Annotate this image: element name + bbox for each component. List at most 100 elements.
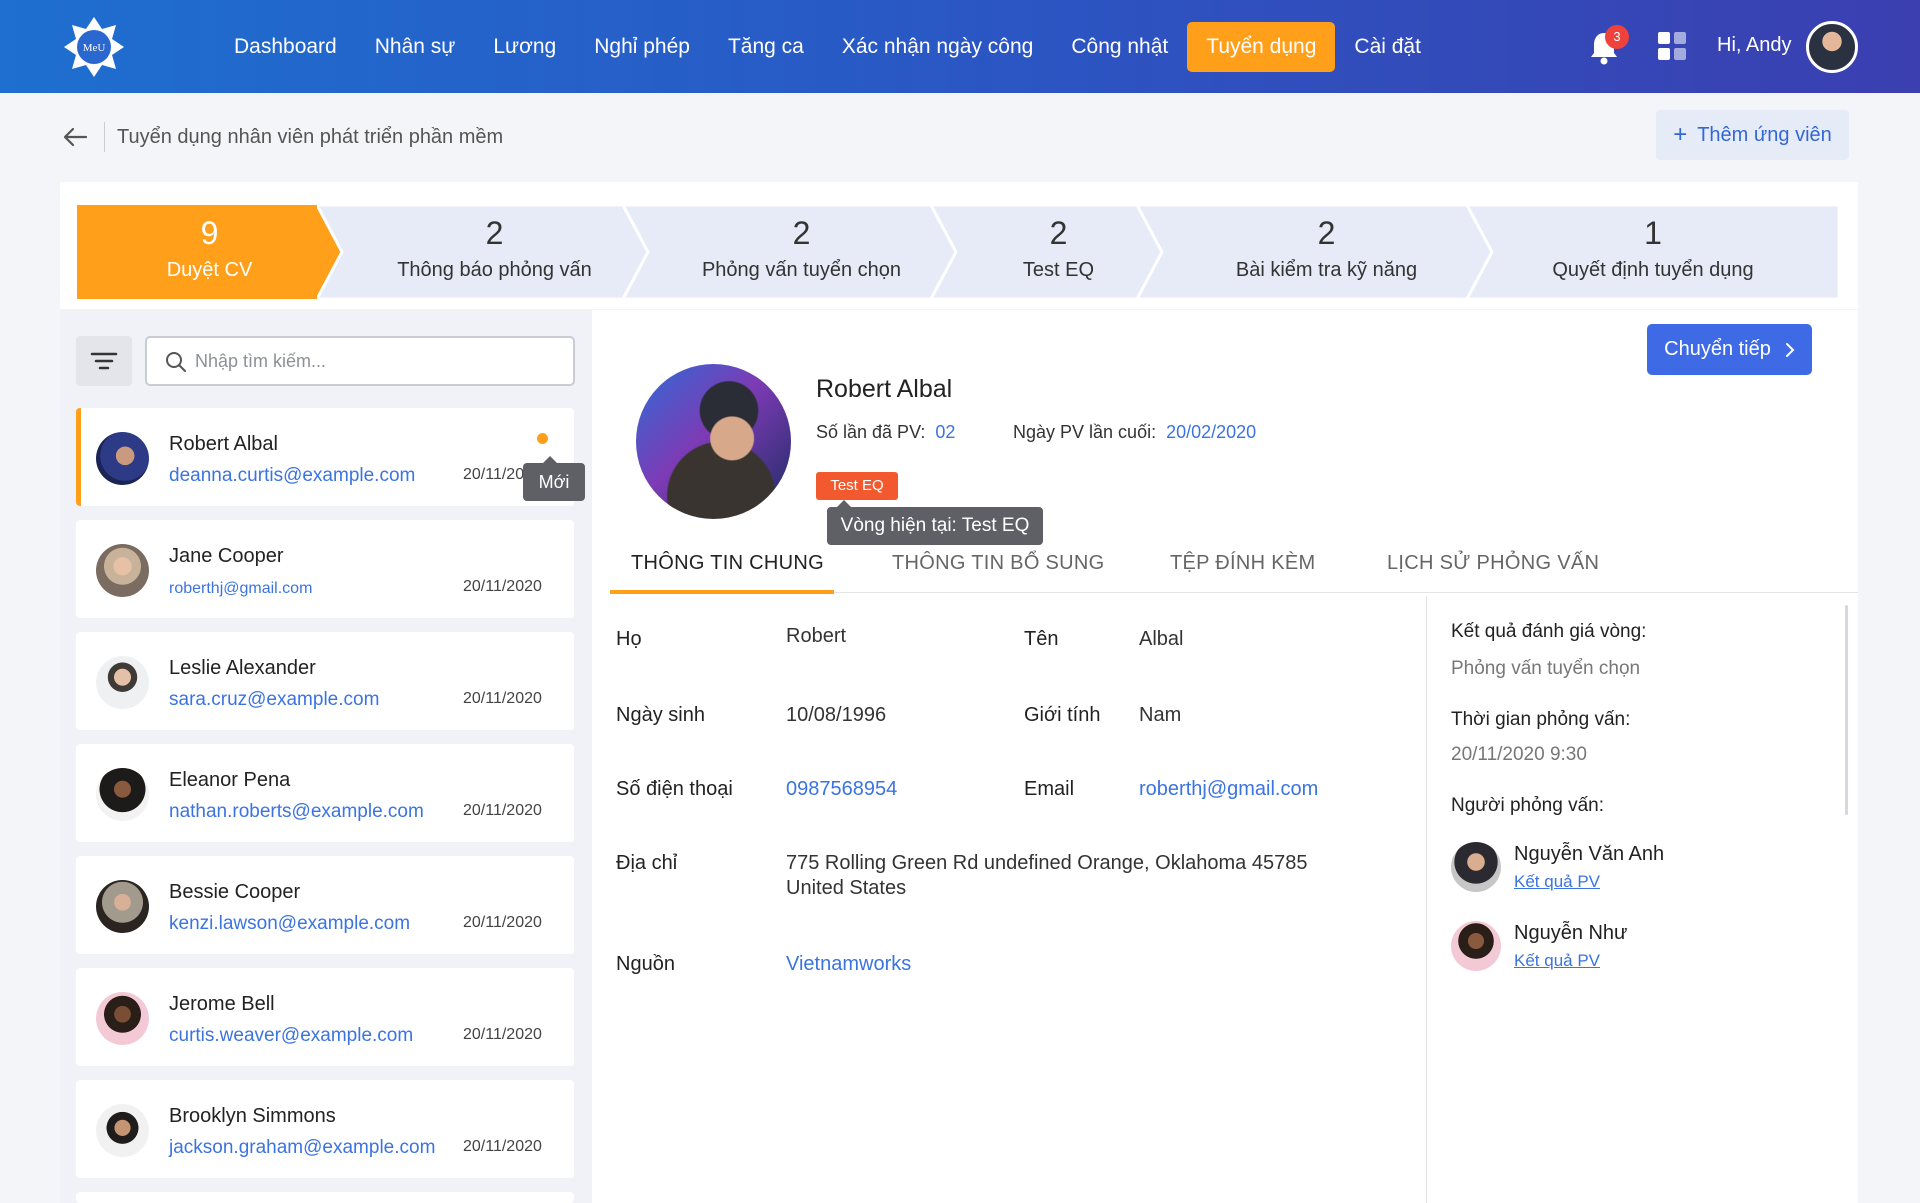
value-email[interactable]: roberthj@gmail.com: [1139, 778, 1318, 801]
add-candidate-label: Thêm ứng viên: [1697, 123, 1832, 146]
value-dia-chi-line2: United States: [786, 877, 907, 899]
filter-button[interactable]: [76, 336, 132, 386]
candidate-card[interactable]: Brooklyn Simmons jackson.graham@example.…: [76, 1080, 574, 1178]
search-icon: [166, 352, 186, 372]
candidate-avatar: [96, 880, 149, 933]
candidate-name: Robert Albal: [169, 433, 278, 455]
label-ho: Họ: [616, 628, 642, 650]
stage-bai-kiem-tra-ky-nang[interactable]: 2 Bài kiểm tra kỹ năng: [1137, 205, 1492, 299]
value-gioi-tinh: Nam: [1139, 704, 1182, 726]
back-arrow-icon[interactable]: [62, 124, 88, 150]
candidate-date: 20/11/2020: [463, 690, 542, 707]
nav-nhan-su[interactable]: Nhân sự: [356, 22, 475, 72]
tab-tep-dinh-kem[interactable]: TỆP ĐÍNH KÈM: [1170, 552, 1315, 575]
recruitment-stage-stepper: 9 Duyệt CV 2 Thông báo phỏng vấn 2 Phỏng…: [60, 182, 1858, 309]
label-dia-chi: Địa chỉ: [616, 852, 678, 874]
nav-tuyen-dung[interactable]: Tuyển dụng: [1187, 22, 1336, 72]
nav-cong-nhat[interactable]: Công nhật: [1052, 22, 1187, 72]
candidate-date: 20/11/2020: [463, 578, 542, 595]
interview-time: 20/11/2020 9:30: [1451, 744, 1587, 765]
candidate-date: 20/11/2020: [463, 1026, 542, 1043]
forward-label: Chuyển tiếp: [1664, 338, 1771, 360]
stage-test-eq[interactable]: 2 Test EQ: [931, 205, 1162, 299]
search-box: [145, 336, 575, 386]
candidate-card[interactable]: Bessie Cooper kenzi.lawson@example.com 2…: [76, 856, 574, 954]
candidate-date: 20/11/20: [463, 466, 525, 483]
current-round-tag[interactable]: Test EQ: [816, 472, 898, 500]
plus-icon: +: [1673, 121, 1688, 148]
tab-thong-tin-chung[interactable]: THÔNG TIN CHUNG: [631, 552, 824, 575]
user-avatar[interactable]: [1806, 21, 1858, 73]
side-scrollbar[interactable]: [1845, 605, 1848, 815]
nav-tang-ca[interactable]: Tăng ca: [709, 22, 823, 72]
new-tooltip: Mới: [523, 456, 585, 501]
nav-cai-dat[interactable]: Cài đặt: [1335, 22, 1440, 72]
stage-phong-van-tuyen-chon[interactable]: 2 Phỏng vấn tuyển chọn: [623, 205, 956, 299]
meu-logo[interactable]: MeU: [62, 15, 126, 79]
tab-lich-su-phong-van[interactable]: LỊCH SỬ PHỎNG VẤN: [1387, 552, 1599, 575]
nav-nghi-phep[interactable]: Nghỉ phép: [575, 22, 709, 72]
apps-grid-icon[interactable]: [1658, 32, 1688, 62]
interview-time-label: Thời gian phỏng vấn:: [1451, 709, 1631, 730]
interviewer-name: Nguyễn Văn Anh: [1514, 843, 1665, 865]
label-email: Email: [1024, 778, 1075, 800]
stage-quyet-dinh-tuyen-dung[interactable]: 1 Quyết định tuyển dụng: [1467, 205, 1839, 299]
filter-icon: [90, 352, 118, 370]
top-navigation-bar: MeU Dashboard Nhân sự Lương Nghỉ phép Tă…: [0, 0, 1920, 93]
candidate-avatar: [96, 768, 149, 821]
label-gioi-tinh: Giới tính: [1024, 704, 1101, 726]
candidate-email: deanna.curtis@example.com: [169, 465, 416, 486]
candidate-avatar: [96, 992, 149, 1045]
forward-button[interactable]: Chuyển tiếp: [1647, 324, 1812, 375]
nav-xac-nhan-ngay-cong[interactable]: Xác nhận ngày công: [823, 22, 1052, 72]
value-ho: Robert: [786, 625, 847, 647]
interview-result-link[interactable]: Kết quả PV: [1514, 951, 1600, 971]
tab-thong-tin-bo-sung[interactable]: THÔNG TIN BỔ SUNG: [892, 552, 1105, 575]
value-ngay-sinh: 10/08/1996: [786, 704, 887, 726]
candidate-card[interactable]: Leslie Alexander sara.cruz@example.com 2…: [76, 632, 574, 730]
add-candidate-button[interactable]: + Thêm ứng viên: [1656, 110, 1849, 160]
interview-count: Số lần đã PV: 02: [816, 422, 956, 442]
candidate-card[interactable]: [76, 1192, 574, 1203]
last-interview-date: Ngày PV lần cuối: 20/02/2020: [1013, 422, 1257, 442]
candidate-full-name: Robert Albal: [816, 375, 953, 403]
stage-thong-bao-phong-van[interactable]: 2 Thông báo phỏng vấn: [317, 205, 648, 299]
candidate-avatar: [96, 432, 149, 485]
candidate-date: 20/11/2020: [463, 802, 542, 819]
candidate-avatar: [96, 656, 149, 709]
label-ngay-sinh: Ngày sinh: [616, 704, 705, 726]
candidate-name: Eleanor Pena: [169, 769, 291, 791]
interviewer-avatar: [1451, 921, 1501, 971]
candidate-card[interactable]: Eleanor Pena nathan.roberts@example.com …: [76, 744, 574, 842]
svg-text:MeU: MeU: [83, 42, 106, 54]
candidate-card[interactable]: Robert Albal deanna.curtis@example.com 2…: [76, 408, 574, 506]
detail-tabs: THÔNG TIN CHUNG THÔNG TIN BỔ SUNG TỆP ĐÍ…: [610, 540, 1858, 593]
stage-duyet-cv[interactable]: 9 Duyệt CV: [77, 205, 342, 299]
column-divider: [1426, 596, 1427, 1203]
candidate-card[interactable]: Jane Cooper roberthj@gmail.com 20/11/202…: [76, 520, 574, 618]
interview-result-link[interactable]: Kết quả PV: [1514, 872, 1600, 892]
candidate-date: 20/11/2020: [463, 914, 542, 931]
new-indicator-dot: [537, 433, 548, 444]
interviewers-label: Người phỏng vấn:: [1451, 795, 1604, 816]
search-input[interactable]: [195, 338, 565, 384]
breadcrumb-divider: [104, 122, 105, 152]
candidate-card[interactable]: Jerome Bell curtis.weaver@example.com 20…: [76, 968, 574, 1066]
nav-dashboard[interactable]: Dashboard: [215, 22, 356, 72]
candidate-name: Bessie Cooper: [169, 881, 301, 903]
user-greeting[interactable]: Hi, Andy: [1717, 34, 1791, 57]
candidate-email: roberthj@gmail.com: [169, 580, 313, 597]
candidate-date: 20/11/2020: [463, 1138, 542, 1155]
value-nguon[interactable]: Vietnamworks: [786, 953, 911, 976]
value-ten: Albal: [1139, 628, 1184, 650]
value-so-dien-thoai[interactable]: 0987568954: [786, 778, 897, 801]
candidate-name: Brooklyn Simmons: [169, 1105, 336, 1127]
candidate-avatar: [96, 544, 149, 597]
label-nguon: Nguồn: [616, 953, 675, 975]
main-nav: Dashboard Nhân sự Lương Nghỉ phép Tăng c…: [215, 22, 1440, 72]
label-so-dien-thoai: Số điện thoại: [616, 778, 733, 800]
candidate-email: kenzi.lawson@example.com: [169, 913, 411, 934]
candidate-name: Jane Cooper: [169, 545, 284, 567]
nav-luong[interactable]: Lương: [474, 22, 575, 72]
notification-badge: 3: [1605, 25, 1629, 49]
